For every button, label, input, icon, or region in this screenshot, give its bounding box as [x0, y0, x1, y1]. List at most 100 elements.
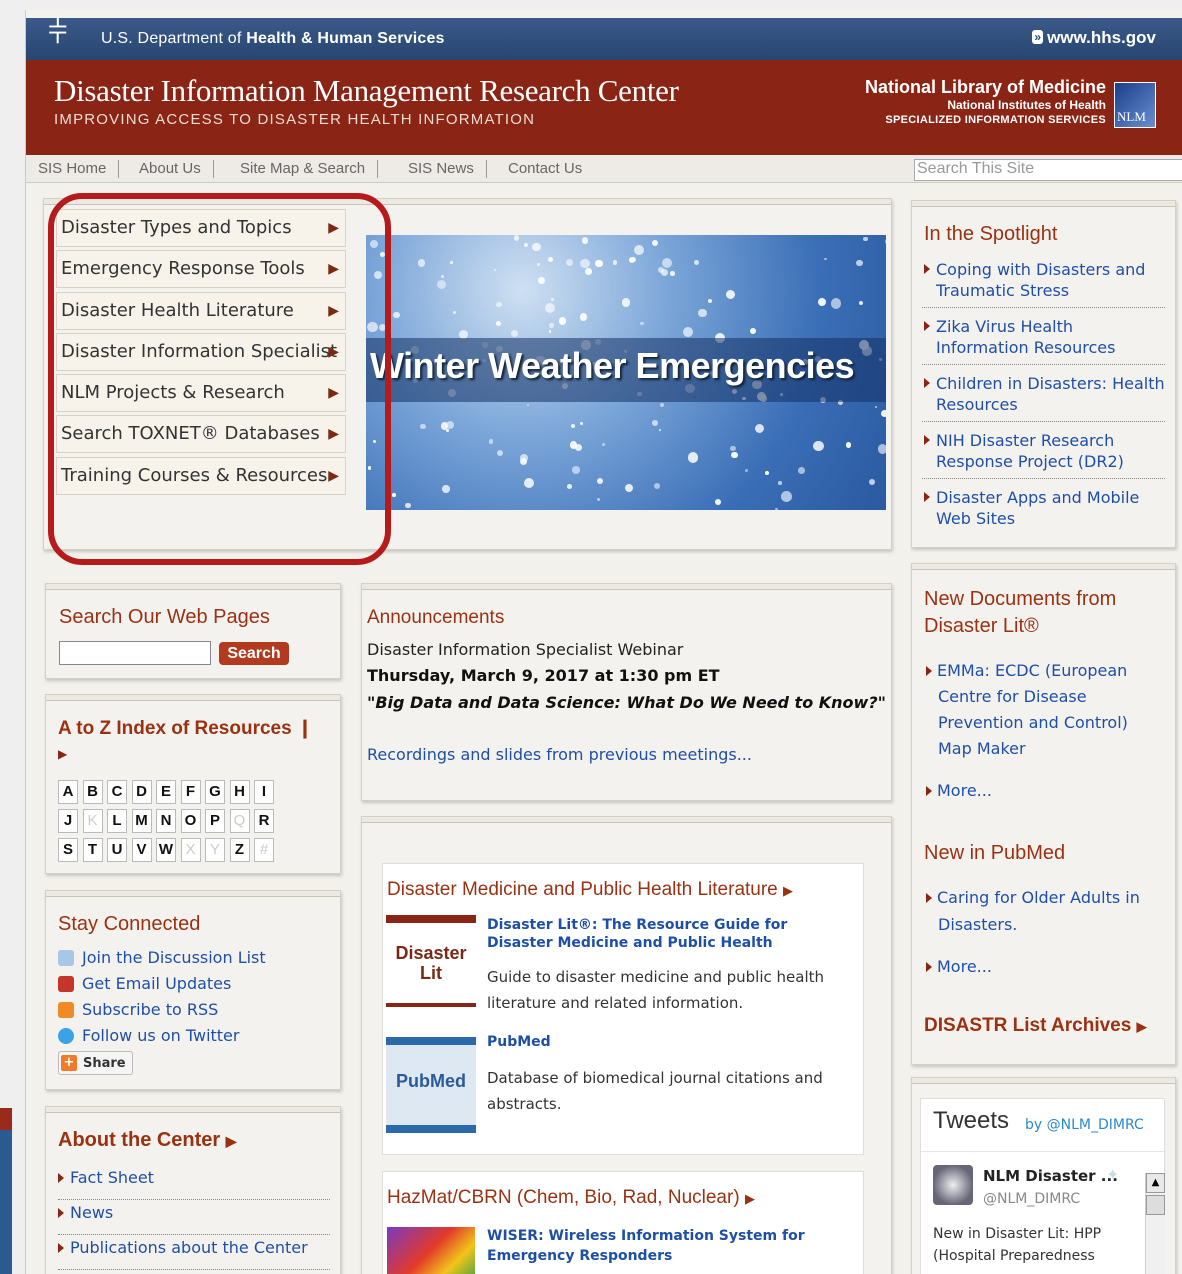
search-pages-input[interactable] [59, 641, 211, 665]
webinar-date: Thursday, March 9, 2017 at 1:30 pm ET [367, 666, 720, 685]
about-center-title[interactable]: About the Center ▶ [58, 1129, 237, 1152]
snowflake [640, 321, 645, 326]
nlm-logo[interactable]: NLM [1114, 82, 1156, 128]
az-letter[interactable]: A [58, 780, 78, 804]
disaster-lit-logo[interactable]: Disaster Lit [386, 915, 476, 1007]
az-letter[interactable]: V [131, 838, 152, 862]
az-letter[interactable]: N [156, 809, 176, 833]
disaster-lit-link[interactable]: Disaster Lit®: The Resource Guide for Di… [487, 916, 847, 952]
snowflake [566, 484, 572, 489]
scroll-up-icon[interactable]: ▲ [1146, 1173, 1165, 1193]
snowflake [797, 466, 805, 474]
nav-sis-news[interactable]: SIS News [396, 160, 487, 178]
hhs-agency-text[interactable]: U.S. Department of Health & Human Servic… [101, 30, 445, 48]
snowflake [778, 481, 782, 485]
snowflake [548, 256, 554, 263]
snowflake [856, 259, 864, 267]
az-letter[interactable]: G [205, 780, 225, 804]
tweets-by[interactable]: by @NLM_DIMRC [1025, 1117, 1144, 1133]
az-letter[interactable]: M [131, 809, 152, 833]
fact-sheet-link[interactable]: Fact Sheet [58, 1165, 330, 1200]
az-letter[interactable]: S [58, 838, 78, 862]
nav-sis-home[interactable]: SIS Home [26, 160, 120, 178]
az-letter[interactable]: Z [229, 838, 250, 862]
disastr-archives-link[interactable]: DISASTR List Archives ▶ [924, 1015, 1147, 1037]
site-title[interactable]: Disaster Information Management Research… [54, 73, 679, 109]
spotlight-item-children[interactable]: Children in Disasters: Health Resources [922, 373, 1165, 422]
publications-link[interactable]: Publications about the Center [58, 1235, 330, 1270]
pubmed-link[interactable]: PubMed [487, 1034, 551, 1050]
new-docs-more-link[interactable]: More... [926, 781, 992, 800]
older-adults-link[interactable]: Caring for Older Adults in Disasters. [926, 884, 1156, 938]
email-updates-link[interactable]: Get Email Updates [58, 971, 266, 997]
az-letter[interactable]: W [156, 838, 176, 862]
nav-contact-us[interactable]: Contact Us [496, 160, 594, 178]
az-letter[interactable]: F [180, 780, 201, 804]
az-letter[interactable]: T [82, 838, 103, 862]
wiser-logo[interactable] [387, 1227, 475, 1274]
spotlight-item-dr2[interactable]: NIH Disaster Research Response Project (… [922, 430, 1165, 479]
hazmat-title[interactable]: HazMat/CBRN (Chem, Bio, Rad, Nuclear) ▶ [387, 1187, 755, 1209]
nlm-name[interactable]: National Library of Medicine [865, 77, 1106, 98]
search-panel-title: Search Our Web Pages [59, 606, 270, 628]
pubmed-more-link[interactable]: More... [926, 957, 992, 976]
snowflake [513, 235, 520, 241]
hhs-eagle-icon: ⫩ [48, 12, 68, 52]
discussion-list-link[interactable]: Join the Discussion List [58, 945, 266, 971]
site-shell: ⫩ U.S. Department of Health & Human Serv… [25, 10, 1182, 1274]
snowflake [574, 443, 583, 452]
az-title[interactable]: A to Z Index of Resources ❙ [58, 717, 313, 740]
hero-image[interactable]: Winter Weather Emergencies [366, 235, 886, 510]
snowflake [731, 451, 738, 458]
avatar[interactable] [933, 1165, 973, 1205]
sis-name[interactable]: SPECIALIZED INFORMATION SERVICES [885, 114, 1106, 126]
az-letter[interactable]: J [58, 809, 78, 833]
hhs-site-link[interactable]: » www.hhs.gov [1032, 28, 1156, 48]
snowflake [659, 429, 662, 432]
wiser-link[interactable]: WISER: Wireless Information System for E… [487, 1226, 859, 1266]
highlight-circle [48, 193, 391, 565]
spotlight-panel: In the Spotlight Coping with Disasters a… [911, 200, 1176, 548]
az-letter[interactable]: E [156, 780, 176, 804]
scroll-thumb[interactable] [1146, 1195, 1165, 1215]
literature-title[interactable]: Disaster Medicine and Public Health Lite… [387, 879, 793, 901]
az-letter[interactable]: H [229, 780, 250, 804]
tweet-user[interactable]: NLM Disaster ... [983, 1167, 1118, 1185]
az-letter[interactable]: O [180, 809, 201, 833]
az-grid: A B C D E F G H I J K L M N O P Q R S T … [58, 780, 279, 867]
az-letter[interactable]: R [254, 809, 274, 833]
az-letter[interactable]: B [82, 780, 103, 804]
search-button[interactable]: Search [219, 642, 289, 665]
az-letter[interactable]: P [205, 809, 225, 833]
pubmed-logo[interactable]: PubMed [386, 1037, 476, 1133]
snowflake [440, 275, 444, 279]
az-letter[interactable]: U [107, 838, 127, 862]
arrow-right-icon: ▶ [58, 747, 68, 761]
hhs-top-bar: ⫩ U.S. Department of Health & Human Serv… [26, 12, 1182, 60]
snowflake [548, 330, 552, 333]
nih-name[interactable]: National Institutes of Health [947, 98, 1106, 112]
spotlight-item-apps[interactable]: Disaster Apps and Mobile Web Sites [922, 487, 1165, 535]
site-search-input[interactable]: Search This Site [914, 159, 1182, 181]
snowflake [550, 298, 554, 301]
snowflake [519, 454, 528, 463]
tweets-scrollbar[interactable]: ▲ [1145, 1173, 1165, 1274]
rss-link[interactable]: Subscribe to RSS [58, 997, 266, 1023]
nav-about-us[interactable]: About Us [127, 160, 214, 178]
spotlight-item-zika[interactable]: Zika Virus Health Information Resources [922, 316, 1165, 365]
az-letter[interactable]: D [131, 780, 152, 804]
snowflake [420, 423, 426, 430]
az-letter[interactable]: I [254, 780, 274, 804]
spotlight-item-coping[interactable]: Coping with Disasters and Traumatic Stre… [922, 259, 1165, 308]
twitter-link[interactable]: Follow us on Twitter [58, 1023, 266, 1049]
site-tagline: IMPROVING ACCESS TO DISASTER HEALTH INFO… [54, 111, 536, 128]
az-letter[interactable]: C [107, 780, 127, 804]
snowflake [581, 237, 588, 244]
az-letter[interactable]: L [107, 809, 127, 833]
nav-site-map[interactable]: Site Map & Search [228, 160, 379, 178]
tweet-handle[interactable]: @NLM_DIMRC [983, 1191, 1080, 1207]
share-button[interactable]: + Share [58, 1051, 133, 1075]
previous-meetings-link[interactable]: Recordings and slides from previous meet… [367, 745, 752, 764]
emma-link[interactable]: EMMa: ECDC (European Centre for Disease … [926, 658, 1156, 762]
news-link[interactable]: News [58, 1200, 330, 1235]
